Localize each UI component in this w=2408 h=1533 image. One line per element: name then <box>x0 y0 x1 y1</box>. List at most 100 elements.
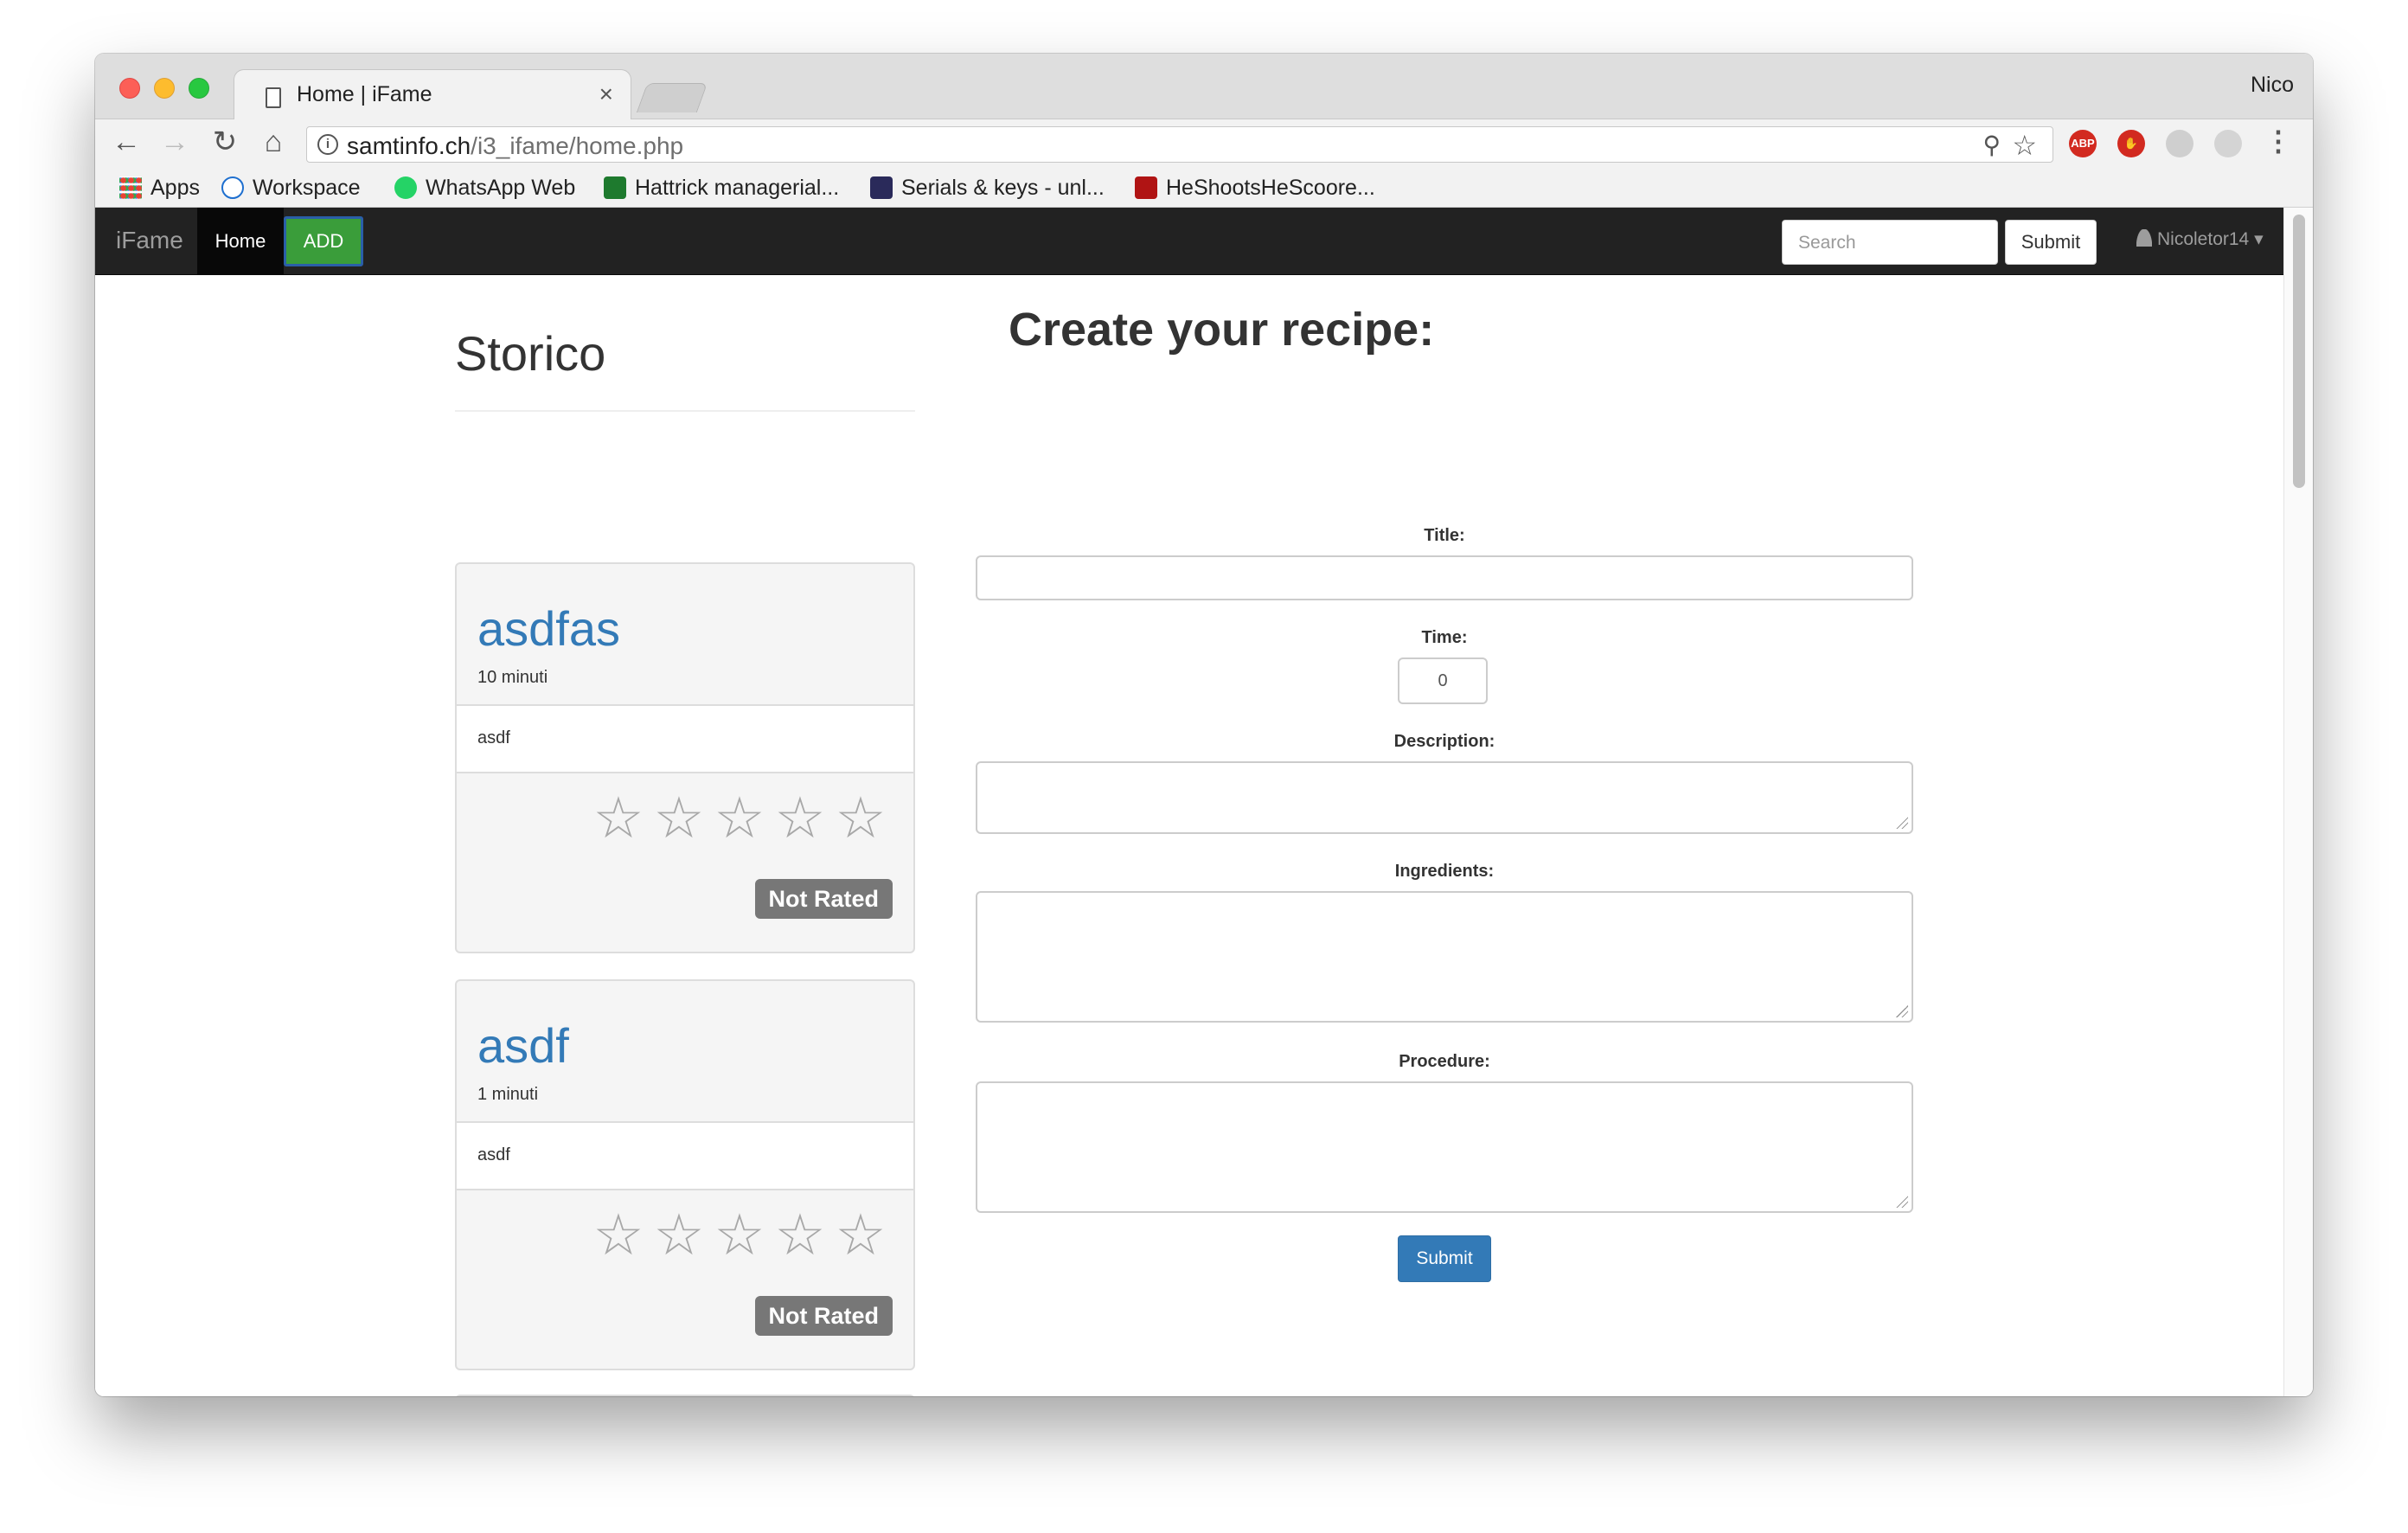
scrollbar-thumb[interactable] <box>2293 215 2305 488</box>
rating-badge: Not Rated <box>754 879 893 919</box>
star-icon[interactable]: ☆ <box>770 1206 830 1263</box>
star-rating: ☆ ☆ ☆ ☆ ☆ <box>588 789 891 846</box>
recipe-card[interactable]: asdfas 10 minuti asdf ☆ ☆ ☆ ☆ ☆ Not Rate… <box>455 562 915 953</box>
bookmark-heshoots[interactable]: HeShootsHeScoore... <box>1135 173 1375 202</box>
tab-title: Home | iFame <box>297 82 432 106</box>
close-tab-icon[interactable]: × <box>599 80 613 108</box>
url-path: /i3_ifame/home.php <box>471 132 684 159</box>
site-navbar: iFame Home ADD Search Submit Nicoletor14… <box>95 208 2283 275</box>
user-name: Nicoletor14 <box>2157 229 2250 249</box>
recipe-time: 1 minuti <box>477 1085 539 1104</box>
time-input[interactable]: 0 <box>1398 657 1488 704</box>
close-window-button[interactable] <box>119 78 140 99</box>
star-icon[interactable]: ☆ <box>649 789 709 846</box>
bookmark-label: HeShootsHeScoore... <box>1166 175 1375 200</box>
home-icon[interactable]: ⌂ <box>256 125 291 159</box>
bookmark-apps[interactable]: Apps <box>119 173 200 202</box>
star-icon[interactable]: ☆ <box>649 1206 709 1263</box>
page-icon <box>266 87 281 108</box>
stop-extension-icon[interactable]: ✋ <box>2117 130 2145 157</box>
forward-arrow-icon[interactable]: → <box>157 125 192 159</box>
hattrick-icon <box>604 176 626 199</box>
title-input[interactable] <box>976 555 1913 600</box>
procedure-textarea[interactable] <box>976 1081 1913 1213</box>
nav-home-link[interactable]: Home <box>197 208 284 275</box>
bookmark-label: Workspace <box>253 175 361 200</box>
recipe-description: asdf <box>477 728 510 747</box>
reload-icon[interactable]: ↻ <box>208 125 242 159</box>
star-icon[interactable]: ☆ <box>830 789 891 846</box>
address-bar[interactable]: i samtinfo.ch/i3_ifame/home.php ⚲ ☆ <box>306 126 2053 163</box>
card-header: asdf 1 minuti <box>457 981 913 1123</box>
time-label: Time: <box>1421 628 1468 647</box>
bookmark-hattrick[interactable]: Hattrick managerial... <box>604 173 839 202</box>
recipe-card[interactable]: asdf 1 minuti asdf ☆ ☆ ☆ ☆ ☆ Not Rated <box>455 979 915 1370</box>
back-arrow-icon[interactable]: ← <box>109 125 144 159</box>
ingredients-label: Ingredients: <box>1394 862 1495 881</box>
whatsapp-icon <box>394 176 417 199</box>
search-input[interactable]: Search <box>1782 220 1998 265</box>
workspace-icon <box>221 176 244 199</box>
star-icon[interactable]: ☆ <box>709 1206 770 1263</box>
star-icon[interactable]: ☆ <box>830 1206 891 1263</box>
star-icon[interactable]: ☆ <box>588 789 649 846</box>
zoom-icon[interactable]: ⚲ <box>1982 131 2001 159</box>
tab-home[interactable]: Home | iFame × <box>234 69 631 121</box>
recipe-title[interactable]: asdf <box>477 1017 569 1074</box>
search-submit-button[interactable]: Submit <box>2005 220 2097 265</box>
adblock-icon[interactable]: ABP <box>2069 130 2097 157</box>
procedure-label: Procedure: <box>1399 1052 1490 1071</box>
star-icon[interactable]: ☆ <box>588 1206 649 1263</box>
new-tab-button[interactable] <box>636 83 708 112</box>
divider <box>455 410 915 412</box>
star-icon[interactable]: ☆ <box>770 789 830 846</box>
card-body: asdf <box>457 1123 913 1190</box>
form-submit-button[interactable]: Submit <box>1398 1235 1491 1282</box>
bookmark-label: WhatsApp Web <box>426 175 576 200</box>
bookmark-label: Serials & keys - unl... <box>901 175 1105 200</box>
user-icon <box>2136 229 2152 247</box>
brand-link[interactable]: iFame <box>116 227 183 254</box>
card-footer: ☆ ☆ ☆ ☆ ☆ Not Rated <box>457 1190 913 1369</box>
add-button[interactable]: ADD <box>284 216 363 266</box>
url-text: samtinfo.ch/i3_ifame/home.php <box>347 132 683 160</box>
drive-extension-icon[interactable] <box>2166 130 2193 157</box>
description-textarea[interactable] <box>976 761 1913 834</box>
minimize-window-button[interactable] <box>154 78 175 99</box>
resize-handle-icon[interactable] <box>1896 1196 1908 1208</box>
browser-window: Home | iFame × Nico ← → ↻ ⌂ i samtinfo.c… <box>95 54 2313 1396</box>
card-body: asdf <box>457 706 913 773</box>
info-icon[interactable]: i <box>317 134 338 155</box>
storico-heading: Storico <box>455 326 606 381</box>
zoom-window-button[interactable] <box>189 78 209 99</box>
ingredients-textarea[interactable] <box>976 891 1913 1023</box>
user-menu[interactable]: Nicoletor14 ▾ <box>2136 228 2264 250</box>
recipe-time: 10 minuti <box>477 668 548 687</box>
star-rating: ☆ ☆ ☆ ☆ ☆ <box>588 1206 891 1263</box>
more-menu-icon[interactable]: ⋮ <box>2264 125 2292 157</box>
recipe-card[interactable]: asdf <box>455 1395 915 1396</box>
browser-toolbar: ← → ↻ ⌂ i samtinfo.ch/i3_ifame/home.php … <box>95 119 2313 166</box>
bookmark-whatsapp[interactable]: WhatsApp Web <box>394 173 575 202</box>
serials-icon <box>870 176 893 199</box>
scrollbar[interactable] <box>2283 208 2313 1396</box>
form-heading: Create your recipe: <box>1009 304 1435 356</box>
grey-extension-icon[interactable] <box>2214 130 2242 157</box>
profile-name[interactable]: Nico <box>2251 73 2294 98</box>
hshs-icon <box>1135 176 1157 199</box>
card-header: asdfas 10 minuti <box>457 564 913 706</box>
rating-badge: Not Rated <box>754 1296 893 1336</box>
page-viewport: iFame Home ADD Search Submit Nicoletor14… <box>95 208 2283 1396</box>
bookmark-star-icon[interactable]: ☆ <box>2012 129 2037 162</box>
bookmark-serials[interactable]: Serials & keys - unl... <box>870 173 1105 202</box>
star-icon[interactable]: ☆ <box>709 789 770 846</box>
title-label: Title: <box>1424 526 1465 545</box>
description-label: Description: <box>1393 732 1495 751</box>
resize-handle-icon[interactable] <box>1896 1005 1908 1017</box>
url-host: samtinfo.ch <box>347 132 471 159</box>
recipe-description: asdf <box>477 1145 510 1164</box>
resize-handle-icon[interactable] <box>1896 817 1908 829</box>
recipe-title[interactable]: asdfas <box>477 600 620 657</box>
card-footer: ☆ ☆ ☆ ☆ ☆ Not Rated <box>457 773 913 952</box>
bookmark-workspace[interactable]: Workspace <box>221 173 361 202</box>
